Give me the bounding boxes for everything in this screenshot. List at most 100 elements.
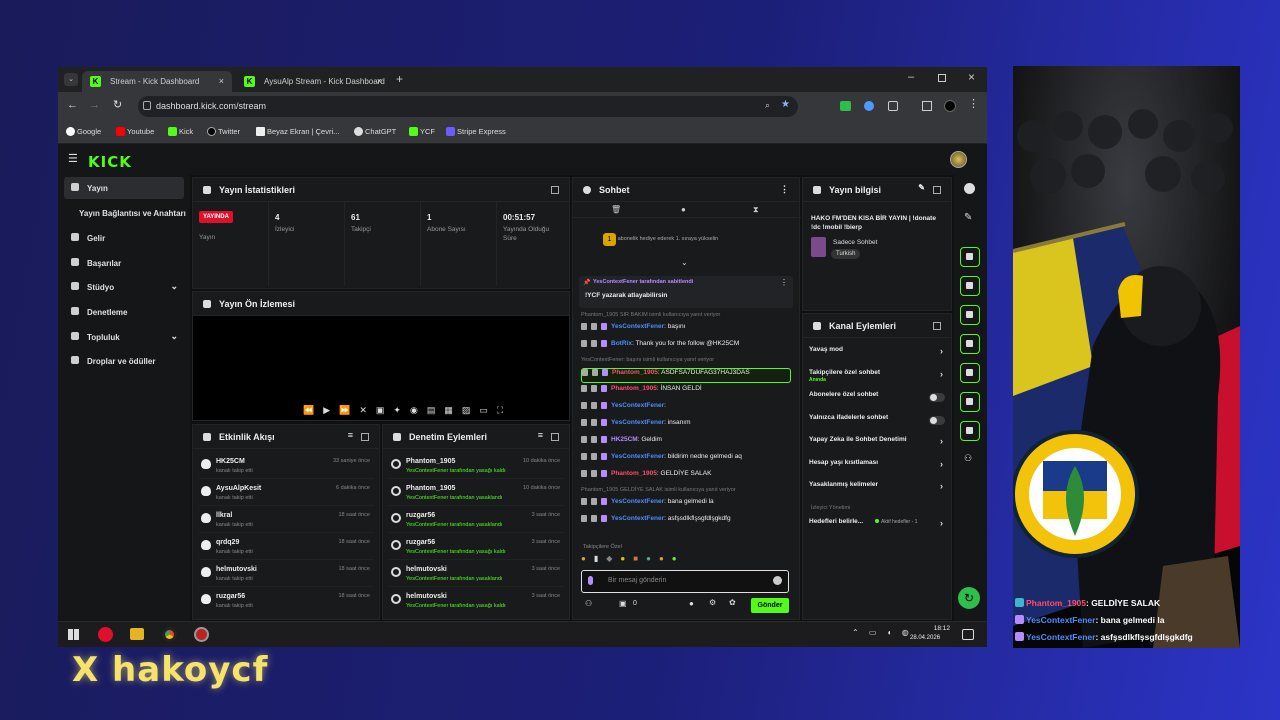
tab-search-icon[interactable]: ⌄ (64, 73, 78, 86)
clip-icon[interactable]: ◉ (410, 405, 427, 415)
channel-action-item[interactable]: Takipçilere özel sohbet Anında › (809, 369, 945, 391)
close-icon[interactable]: × (377, 76, 382, 86)
channel-action-item[interactable]: Yapay Zeka ile Sohbet Denetimi › (809, 436, 945, 458)
sidebar-item-community[interactable]: Topluluk ⌄ (64, 326, 184, 348)
channel-action-item[interactable]: Yalnızca ifadelerle sohbet (809, 414, 945, 436)
rail-button-5[interactable] (960, 363, 980, 383)
chat-username[interactable]: Phantom_1905 (611, 470, 657, 477)
bookmark-twitter[interactable]: Twitter (207, 127, 240, 136)
chat-username[interactable]: YesContextFener (611, 498, 664, 505)
gear-icon[interactable]: ⚙ (709, 598, 716, 607)
channel-action-item[interactable]: Yasaklanmış kelimeler › (809, 481, 945, 503)
emote-icon[interactable]: ▮ (594, 554, 606, 563)
sidebar-item-moderation[interactable]: Denetleme (64, 301, 184, 323)
url-field[interactable]: dashboard.kick.com/stream ⌕ ★ (138, 96, 798, 117)
maximize-button[interactable] (938, 74, 946, 82)
bookmark-kick[interactable]: Kick (168, 127, 193, 136)
close-window-button[interactable]: × (968, 70, 975, 84)
rail-button-3[interactable] (960, 305, 980, 325)
mod-tool-icon[interactable] (581, 385, 587, 392)
mod-tool-icon[interactable] (581, 515, 587, 522)
bookmark-google[interactable]: Google (66, 127, 101, 136)
popout-icon[interactable] (551, 433, 559, 441)
hamburger-menu-icon[interactable]: ☰ (68, 152, 78, 165)
timeout-icon[interactable] (591, 385, 597, 392)
emote-icon[interactable]: ● (646, 554, 659, 563)
emoji-icon[interactable] (773, 576, 782, 585)
mod-target[interactable]: Phantom_1905 (406, 458, 455, 465)
rail-button-7[interactable] (960, 421, 980, 441)
mod-tool-icon[interactable] (581, 470, 587, 477)
event-user[interactable]: AysuAlpKesit (216, 485, 261, 492)
channel-action-item[interactable]: Abonelere özel sohbet (809, 391, 945, 413)
trash-icon[interactable]: 🗑 (611, 205, 621, 214)
sidebar-item-stream[interactable]: Yayın (64, 177, 184, 199)
theater-icon[interactable]: ▭ (479, 405, 497, 415)
rewind-icon[interactable]: ⏪ (303, 405, 323, 415)
toggle-switch[interactable] (929, 393, 945, 402)
timeout-icon[interactable] (592, 369, 598, 376)
emote-icon[interactable]: ● (659, 554, 672, 563)
toggle-switch[interactable] (929, 415, 945, 425)
chat-username[interactable]: Phantom_1905 (612, 369, 658, 376)
sidebar-item-drops[interactable]: Droplar ve ödüller (64, 350, 184, 372)
bookmark-youtube[interactable]: Youtube (116, 127, 154, 136)
event-user[interactable]: llkral (216, 512, 232, 519)
windows-start-icon[interactable] (68, 629, 79, 640)
minimize-button[interactable]: – (908, 71, 914, 83)
chat-username[interactable]: YesContextFener (611, 453, 664, 460)
mod-tool-icon[interactable] (581, 498, 587, 505)
timeout-icon[interactable] (591, 470, 597, 477)
profile-avatar[interactable] (944, 100, 956, 112)
mod-target[interactable]: helmutovski (406, 566, 447, 573)
send-button[interactable]: Gönder (751, 598, 789, 613)
fullscreen-icon[interactable]: ⛶ (497, 405, 512, 415)
bookmark-stripe[interactable]: Stripe Express (446, 127, 506, 136)
mod-tool-icon[interactable] (581, 419, 587, 426)
media-icon[interactable] (922, 101, 932, 111)
mod-target[interactable]: ruzgar56 (406, 512, 435, 519)
shield-icon[interactable]: ✿ (729, 598, 736, 607)
mod-target[interactable]: Phantom_1905 (406, 485, 455, 492)
crop-icon[interactable]: ▣ (376, 405, 394, 415)
sidebar-item-stream-key[interactable]: Yayın Bağlantısı ve Anahtarı (64, 202, 186, 224)
edit-icon[interactable]: ✎ (918, 183, 925, 192)
extensions-puzzle-icon[interactable] (888, 101, 898, 111)
chat-username[interactable]: Phantom_1905 (611, 385, 657, 392)
chat-username[interactable]: YesContextFener (611, 515, 664, 522)
layout-icon[interactable]: ▤ (427, 405, 445, 415)
timeout-icon[interactable] (591, 340, 597, 347)
hourglass-icon[interactable]: ⧗ (753, 205, 759, 215)
event-user[interactable]: qrdq29 (216, 539, 239, 546)
bookmark-chatgpt[interactable]: ChatGPT (354, 127, 396, 136)
site-info-icon[interactable] (143, 101, 151, 110)
users-icon[interactable]: ⚇ (964, 453, 972, 464)
fast-forward-icon[interactable]: ⏩ (339, 405, 359, 415)
gift-icon[interactable]: ▣ (619, 599, 627, 608)
pencil-icon[interactable]: ✎ (964, 212, 972, 223)
channel-action-item[interactable]: Yavaş mod › (809, 346, 945, 368)
sparkle-icon[interactable]: ✦ (393, 405, 410, 415)
chat-input[interactable]: Bir mesaj gönderin (581, 570, 789, 593)
rail-button-4[interactable] (960, 334, 980, 354)
menu-kebab-icon[interactable]: ⋮ (968, 97, 979, 110)
bookmark-beyaz-ekran[interactable]: Beyaz Ekran | Çevri... (256, 127, 339, 136)
emote-icon[interactable]: ◆ (606, 554, 620, 563)
mod-tool-icon[interactable] (581, 340, 587, 347)
timeout-icon[interactable] (591, 436, 597, 443)
goals-item[interactable]: Hedefleri belirle... Aktif hedefler - 1 … (809, 518, 945, 540)
close-icon[interactable]: × (219, 76, 224, 86)
chat-username[interactable]: YesContextFener (611, 323, 664, 330)
chat-username[interactable]: BotRix (611, 340, 632, 347)
clock-date[interactable]: 28.04.2026 (910, 635, 940, 641)
chat-bubble-icon[interactable]: ● (681, 205, 686, 214)
rail-button-2[interactable] (960, 276, 980, 296)
rail-button-1[interactable] (960, 247, 980, 267)
reload-icon[interactable]: ↻ (113, 98, 122, 111)
channel-action-item[interactable]: Hesap yaşı kısıtlaması › (809, 459, 945, 481)
chat-username[interactable]: YesContextFener (611, 419, 664, 426)
camera-icon[interactable]: ▨ (462, 405, 480, 415)
emote-icon[interactable]: ● (620, 554, 633, 563)
timeout-icon[interactable] (591, 419, 597, 426)
popout-icon[interactable] (933, 186, 941, 194)
